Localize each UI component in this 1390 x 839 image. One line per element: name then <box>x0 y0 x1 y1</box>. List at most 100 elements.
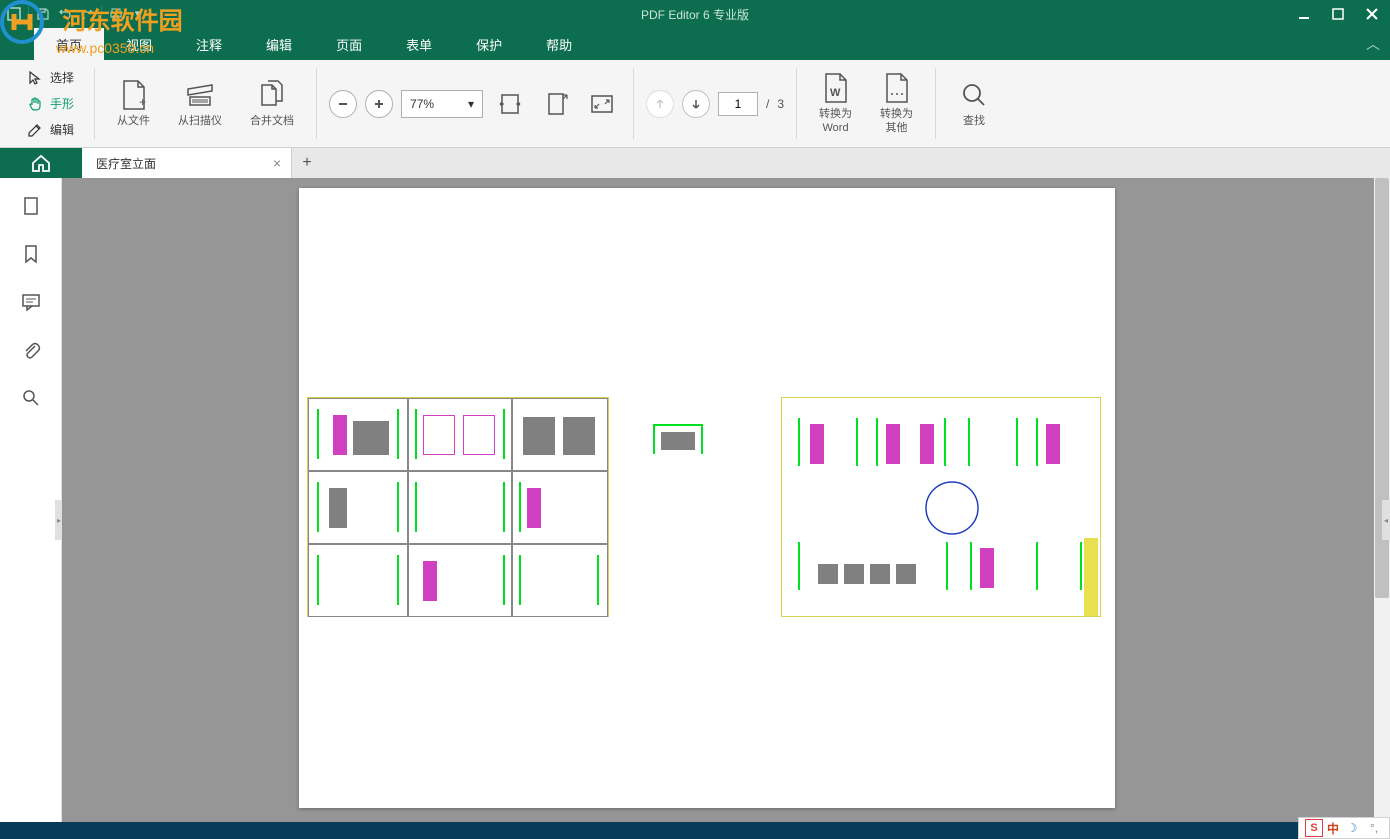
add-tab-button[interactable]: + <box>292 148 322 178</box>
ribbon-group-create: + 从文件 从扫描仪 合并文档 <box>99 60 312 147</box>
ime-lang-label[interactable]: 中 <box>1327 820 1339 837</box>
bookmarks-icon[interactable] <box>19 242 43 266</box>
merge-button[interactable]: 合并文档 <box>240 64 304 144</box>
file-add-icon: + <box>118 79 150 111</box>
edit-tool[interactable]: 编辑 <box>22 118 78 142</box>
merge-icon <box>256 79 288 111</box>
search-panel-icon[interactable] <box>19 386 43 410</box>
page-total: 3 <box>777 97 784 111</box>
window-controls <box>1290 4 1386 24</box>
app-window: ▾ PDF Editor 6 专业版 首页 视图 注释 编辑 页面 表单 保护 … <box>0 0 1390 822</box>
separator <box>316 68 317 139</box>
zoom-combo[interactable]: 77% ▾ <box>401 90 483 118</box>
hand-icon <box>26 95 44 113</box>
ribbon: 选择 手形 编辑 + <box>0 60 1390 148</box>
ribbon-group-zoom: 77% ▾ <box>321 60 629 147</box>
svg-text:+: + <box>139 95 146 109</box>
cursor-icon <box>26 69 44 87</box>
convert-to-other-button[interactable]: 转换为 其他 <box>870 64 923 144</box>
dropdown-icon[interactable]: ▾ <box>128 4 148 24</box>
dropdown-icon: ▾ <box>468 97 474 111</box>
menu-annotate[interactable]: 注释 <box>174 28 244 60</box>
ribbon-group-convert: W 转换为 Word 转换为 其他 <box>801 60 931 147</box>
comments-icon[interactable] <box>19 290 43 314</box>
menu-home[interactable]: 首页 <box>34 28 104 60</box>
print-icon[interactable] <box>106 4 126 24</box>
fit-width-button[interactable] <box>491 64 529 144</box>
fullscreen-button[interactable] <box>583 64 621 144</box>
collapse-ribbon-icon[interactable]: ︿ <box>1366 34 1380 54</box>
close-button[interactable] <box>1358 4 1386 24</box>
from-scanner-button[interactable]: 从扫描仪 <box>168 64 232 144</box>
zoom-out-button[interactable] <box>329 90 357 118</box>
attachments-icon[interactable] <box>19 338 43 362</box>
select-tool[interactable]: 选择 <box>22 66 78 90</box>
save-icon[interactable] <box>33 4 53 24</box>
detail-callout-circle <box>922 478 982 538</box>
drawing-detail-center <box>649 420 709 460</box>
page-separator: / <box>766 97 769 111</box>
convert-to-word-button[interactable]: W 转换为 Word <box>809 64 862 144</box>
menu-page[interactable]: 页面 <box>314 28 384 60</box>
ime-punct-icon[interactable]: °, <box>1365 819 1383 837</box>
content-area: ▸ <box>0 178 1390 822</box>
separator <box>94 68 95 139</box>
menu-edit[interactable]: 编辑 <box>244 28 314 60</box>
document-tab[interactable]: 医疗室立面 × <box>82 148 292 178</box>
zoom-value: 77% <box>410 97 434 111</box>
separator <box>633 68 634 139</box>
ribbon-group-nav: / 3 <box>638 60 792 147</box>
home-tab[interactable] <box>0 148 82 178</box>
titlebar: ▾ PDF Editor 6 专业版 <box>0 0 1390 28</box>
next-page-button[interactable] <box>682 90 710 118</box>
separator <box>101 6 102 22</box>
menubar: 首页 视图 注释 编辑 页面 表单 保护 帮助 ︿ <box>0 28 1390 60</box>
minimize-button[interactable] <box>1290 4 1318 24</box>
tabstrip: 医疗室立面 × + <box>0 148 1390 178</box>
maximize-button[interactable] <box>1324 4 1352 24</box>
app-logo-icon <box>4 4 24 24</box>
page-number-input[interactable] <box>718 92 758 116</box>
ime-moon-icon[interactable]: ☽ <box>1343 819 1361 837</box>
menu-protect[interactable]: 保护 <box>454 28 524 60</box>
pdf-page <box>299 188 1115 808</box>
svg-text:W: W <box>830 87 841 99</box>
tab-close-icon[interactable]: × <box>273 155 281 171</box>
convert-word-label: 转换为 Word <box>819 108 852 134</box>
find-button[interactable]: 查找 <box>948 64 1000 144</box>
separator <box>935 68 936 139</box>
app-title: PDF Editor 6 专业版 <box>641 6 749 23</box>
hand-tool[interactable]: 手形 <box>22 92 78 116</box>
document-tab-label: 医疗室立面 <box>96 155 156 172</box>
ime-logo-icon[interactable]: S <box>1305 819 1323 837</box>
scanner-icon <box>184 79 216 111</box>
tool-mode-stack: 选择 手形 编辑 <box>18 62 82 146</box>
viewer[interactable]: ◂ <box>62 178 1390 822</box>
undo-icon[interactable] <box>55 4 75 24</box>
search-icon <box>958 79 990 111</box>
thumbnails-icon[interactable] <box>19 194 43 218</box>
separator <box>28 6 29 22</box>
right-panel-expand-handle[interactable]: ◂ <box>1382 500 1390 540</box>
other-file-icon <box>881 72 913 104</box>
sidebar: ▸ <box>0 178 62 822</box>
menu-form[interactable]: 表单 <box>384 28 454 60</box>
drawing-titleblock-left <box>307 397 609 617</box>
ribbon-group-tools: 选择 手形 编辑 <box>10 60 90 147</box>
ribbon-group-find: 查找 <box>940 60 1008 147</box>
separator <box>796 68 797 139</box>
word-file-icon: W <box>820 72 852 104</box>
menu-help[interactable]: 帮助 <box>524 28 594 60</box>
drawing-titleblock-right <box>781 397 1101 617</box>
convert-other-label: 转换为 其他 <box>880 108 913 134</box>
quick-access-toolbar: ▾ <box>4 4 148 24</box>
zoom-in-button[interactable] <box>365 90 393 118</box>
ime-toolbar: S 中 ☽ °, <box>1298 817 1390 839</box>
menu-view[interactable]: 视图 <box>104 28 174 60</box>
from-file-button[interactable]: + 从文件 <box>107 64 160 144</box>
prev-page-button[interactable] <box>646 90 674 118</box>
edit-icon <box>26 121 44 139</box>
redo-icon[interactable] <box>77 4 97 24</box>
home-icon <box>30 152 52 174</box>
fit-page-button[interactable] <box>537 64 575 144</box>
